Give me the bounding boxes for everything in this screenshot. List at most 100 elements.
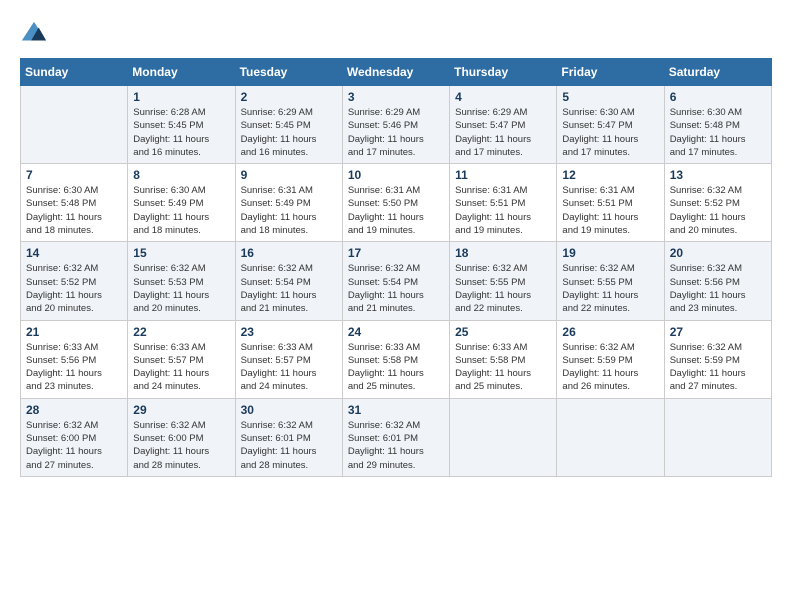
calendar-cell: 25 Sunrise: 6:33 AMSunset: 5:58 PMDayligh… xyxy=(450,320,557,398)
day-number: 18 xyxy=(455,246,551,260)
calendar-cell xyxy=(450,398,557,476)
calendar-cell: 20 Sunrise: 6:32 AMSunset: 5:56 PMDayligh… xyxy=(664,242,771,320)
calendar-cell: 28 Sunrise: 6:32 AMSunset: 6:00 PMDayligh… xyxy=(21,398,128,476)
day-info: Sunrise: 6:29 AMSunset: 5:46 PMDaylight:… xyxy=(348,106,444,159)
day-number: 1 xyxy=(133,90,229,104)
calendar-cell xyxy=(21,86,128,164)
calendar-cell: 10Sunrise: 6:31 AMSunset: 5:50 PMDayligh… xyxy=(342,164,449,242)
day-number: 4 xyxy=(455,90,551,104)
day-number: 27 xyxy=(670,325,766,339)
calendar-cell: 23 Sunrise: 6:33 AMSunset: 5:57 PMDayligh… xyxy=(235,320,342,398)
day-number: 26 xyxy=(562,325,658,339)
day-info: Sunrise: 6:33 AMSunset: 5:57 PMDaylight:… xyxy=(241,341,337,394)
logo-icon xyxy=(20,20,48,48)
day-info: Sunrise: 6:29 AMSunset: 5:47 PMDaylight:… xyxy=(455,106,551,159)
calendar-cell: 22Sunrise: 6:33 AMSunset: 5:57 PMDayligh… xyxy=(128,320,235,398)
calendar-cell: 2 Sunrise: 6:29 AMSunset: 5:45 PMDaylight… xyxy=(235,86,342,164)
calendar-cell: 15Sunrise: 6:32 AMSunset: 5:53 PMDayligh… xyxy=(128,242,235,320)
day-info: Sunrise: 6:32 AMSunset: 6:00 PMDaylight:… xyxy=(26,419,122,472)
day-info: Sunrise: 6:32 AMSunset: 6:00 PMDaylight:… xyxy=(133,419,229,472)
logo xyxy=(20,20,52,48)
day-info: Sunrise: 6:30 AMSunset: 5:48 PMDaylight:… xyxy=(670,106,766,159)
calendar-cell: 3 Sunrise: 6:29 AMSunset: 5:46 PMDaylight… xyxy=(342,86,449,164)
calendar-cell: 9 Sunrise: 6:31 AMSunset: 5:49 PMDaylight… xyxy=(235,164,342,242)
day-number: 13 xyxy=(670,168,766,182)
day-number: 12 xyxy=(562,168,658,182)
calendar-cell: 26 Sunrise: 6:32 AMSunset: 5:59 PMDayligh… xyxy=(557,320,664,398)
day-number: 31 xyxy=(348,403,444,417)
day-info: Sunrise: 6:30 AMSunset: 5:48 PMDaylight:… xyxy=(26,184,122,237)
week-row-5: 28 Sunrise: 6:32 AMSunset: 6:00 PMDayligh… xyxy=(21,398,772,476)
day-number: 8 xyxy=(133,168,229,182)
day-info: Sunrise: 6:29 AMSunset: 5:45 PMDaylight:… xyxy=(241,106,337,159)
day-info: Sunrise: 6:32 AMSunset: 5:52 PMDaylight:… xyxy=(26,262,122,315)
header xyxy=(20,20,772,48)
day-number: 24 xyxy=(348,325,444,339)
day-info: Sunrise: 6:28 AMSunset: 5:45 PMDaylight:… xyxy=(133,106,229,159)
day-info: Sunrise: 6:33 AMSunset: 5:58 PMDaylight:… xyxy=(348,341,444,394)
calendar-cell: 21 Sunrise: 6:33 AMSunset: 5:56 PMDayligh… xyxy=(21,320,128,398)
day-info: Sunrise: 6:32 AMSunset: 5:53 PMDaylight:… xyxy=(133,262,229,315)
day-info: Sunrise: 6:31 AMSunset: 5:51 PMDaylight:… xyxy=(455,184,551,237)
day-info: Sunrise: 6:30 AMSunset: 5:49 PMDaylight:… xyxy=(133,184,229,237)
day-header-sunday: Sunday xyxy=(21,59,128,86)
calendar-cell: 7 Sunrise: 6:30 AMSunset: 5:48 PMDaylight… xyxy=(21,164,128,242)
day-info: Sunrise: 6:32 AMSunset: 5:54 PMDaylight:… xyxy=(241,262,337,315)
day-number: 23 xyxy=(241,325,337,339)
day-number: 2 xyxy=(241,90,337,104)
calendar-cell: 31 Sunrise: 6:32 AMSunset: 6:01 PMDayligh… xyxy=(342,398,449,476)
day-number: 14 xyxy=(26,246,122,260)
calendar-cell xyxy=(664,398,771,476)
day-number: 3 xyxy=(348,90,444,104)
day-header-tuesday: Tuesday xyxy=(235,59,342,86)
day-info: Sunrise: 6:31 AMSunset: 5:49 PMDaylight:… xyxy=(241,184,337,237)
day-info: Sunrise: 6:33 AMSunset: 5:58 PMDaylight:… xyxy=(455,341,551,394)
day-info: Sunrise: 6:33 AMSunset: 5:56 PMDaylight:… xyxy=(26,341,122,394)
day-header-row: SundayMondayTuesdayWednesdayThursdayFrid… xyxy=(21,59,772,86)
day-number: 22 xyxy=(133,325,229,339)
calendar-cell: 14 Sunrise: 6:32 AMSunset: 5:52 PMDayligh… xyxy=(21,242,128,320)
week-row-3: 14 Sunrise: 6:32 AMSunset: 5:52 PMDayligh… xyxy=(21,242,772,320)
calendar-cell: 12 Sunrise: 6:31 AMSunset: 5:51 PMDayligh… xyxy=(557,164,664,242)
calendar-cell: 5Sunrise: 6:30 AMSunset: 5:47 PMDaylight… xyxy=(557,86,664,164)
calendar-cell: 19Sunrise: 6:32 AMSunset: 5:55 PMDayligh… xyxy=(557,242,664,320)
week-row-2: 7 Sunrise: 6:30 AMSunset: 5:48 PMDaylight… xyxy=(21,164,772,242)
day-number: 25 xyxy=(455,325,551,339)
calendar-cell: 11 Sunrise: 6:31 AMSunset: 5:51 PMDayligh… xyxy=(450,164,557,242)
day-info: Sunrise: 6:32 AMSunset: 5:52 PMDaylight:… xyxy=(670,184,766,237)
calendar-cell: 17Sunrise: 6:32 AMSunset: 5:54 PMDayligh… xyxy=(342,242,449,320)
day-header-wednesday: Wednesday xyxy=(342,59,449,86)
day-info: Sunrise: 6:31 AMSunset: 5:51 PMDaylight:… xyxy=(562,184,658,237)
calendar-cell: 18Sunrise: 6:32 AMSunset: 5:55 PMDayligh… xyxy=(450,242,557,320)
day-number: 9 xyxy=(241,168,337,182)
calendar-cell xyxy=(557,398,664,476)
day-info: Sunrise: 6:32 AMSunset: 5:54 PMDaylight:… xyxy=(348,262,444,315)
day-number: 16 xyxy=(241,246,337,260)
day-number: 7 xyxy=(26,168,122,182)
day-info: Sunrise: 6:30 AMSunset: 5:47 PMDaylight:… xyxy=(562,106,658,159)
day-number: 28 xyxy=(26,403,122,417)
day-number: 20 xyxy=(670,246,766,260)
calendar-table: SundayMondayTuesdayWednesdayThursdayFrid… xyxy=(20,58,772,477)
calendar-cell: 29 Sunrise: 6:32 AMSunset: 6:00 PMDayligh… xyxy=(128,398,235,476)
day-info: Sunrise: 6:32 AMSunset: 6:01 PMDaylight:… xyxy=(348,419,444,472)
calendar-cell: 16 Sunrise: 6:32 AMSunset: 5:54 PMDayligh… xyxy=(235,242,342,320)
day-info: Sunrise: 6:32 AMSunset: 5:56 PMDaylight:… xyxy=(670,262,766,315)
calendar-cell: 4 Sunrise: 6:29 AMSunset: 5:47 PMDaylight… xyxy=(450,86,557,164)
calendar-cell: 8 Sunrise: 6:30 AMSunset: 5:49 PMDaylight… xyxy=(128,164,235,242)
day-info: Sunrise: 6:32 AMSunset: 5:55 PMDaylight:… xyxy=(562,262,658,315)
day-number: 11 xyxy=(455,168,551,182)
week-row-1: 1 Sunrise: 6:28 AMSunset: 5:45 PMDaylight… xyxy=(21,86,772,164)
page: SundayMondayTuesdayWednesdayThursdayFrid… xyxy=(0,0,792,612)
day-number: 21 xyxy=(26,325,122,339)
calendar-cell: 30Sunrise: 6:32 AMSunset: 6:01 PMDayligh… xyxy=(235,398,342,476)
day-info: Sunrise: 6:32 AMSunset: 5:59 PMDaylight:… xyxy=(562,341,658,394)
calendar-cell: 27Sunrise: 6:32 AMSunset: 5:59 PMDayligh… xyxy=(664,320,771,398)
calendar-cell: 13 Sunrise: 6:32 AMSunset: 5:52 PMDayligh… xyxy=(664,164,771,242)
day-number: 29 xyxy=(133,403,229,417)
day-number: 30 xyxy=(241,403,337,417)
calendar-cell: 1 Sunrise: 6:28 AMSunset: 5:45 PMDaylight… xyxy=(128,86,235,164)
day-header-saturday: Saturday xyxy=(664,59,771,86)
day-number: 6 xyxy=(670,90,766,104)
day-info: Sunrise: 6:31 AMSunset: 5:50 PMDaylight:… xyxy=(348,184,444,237)
